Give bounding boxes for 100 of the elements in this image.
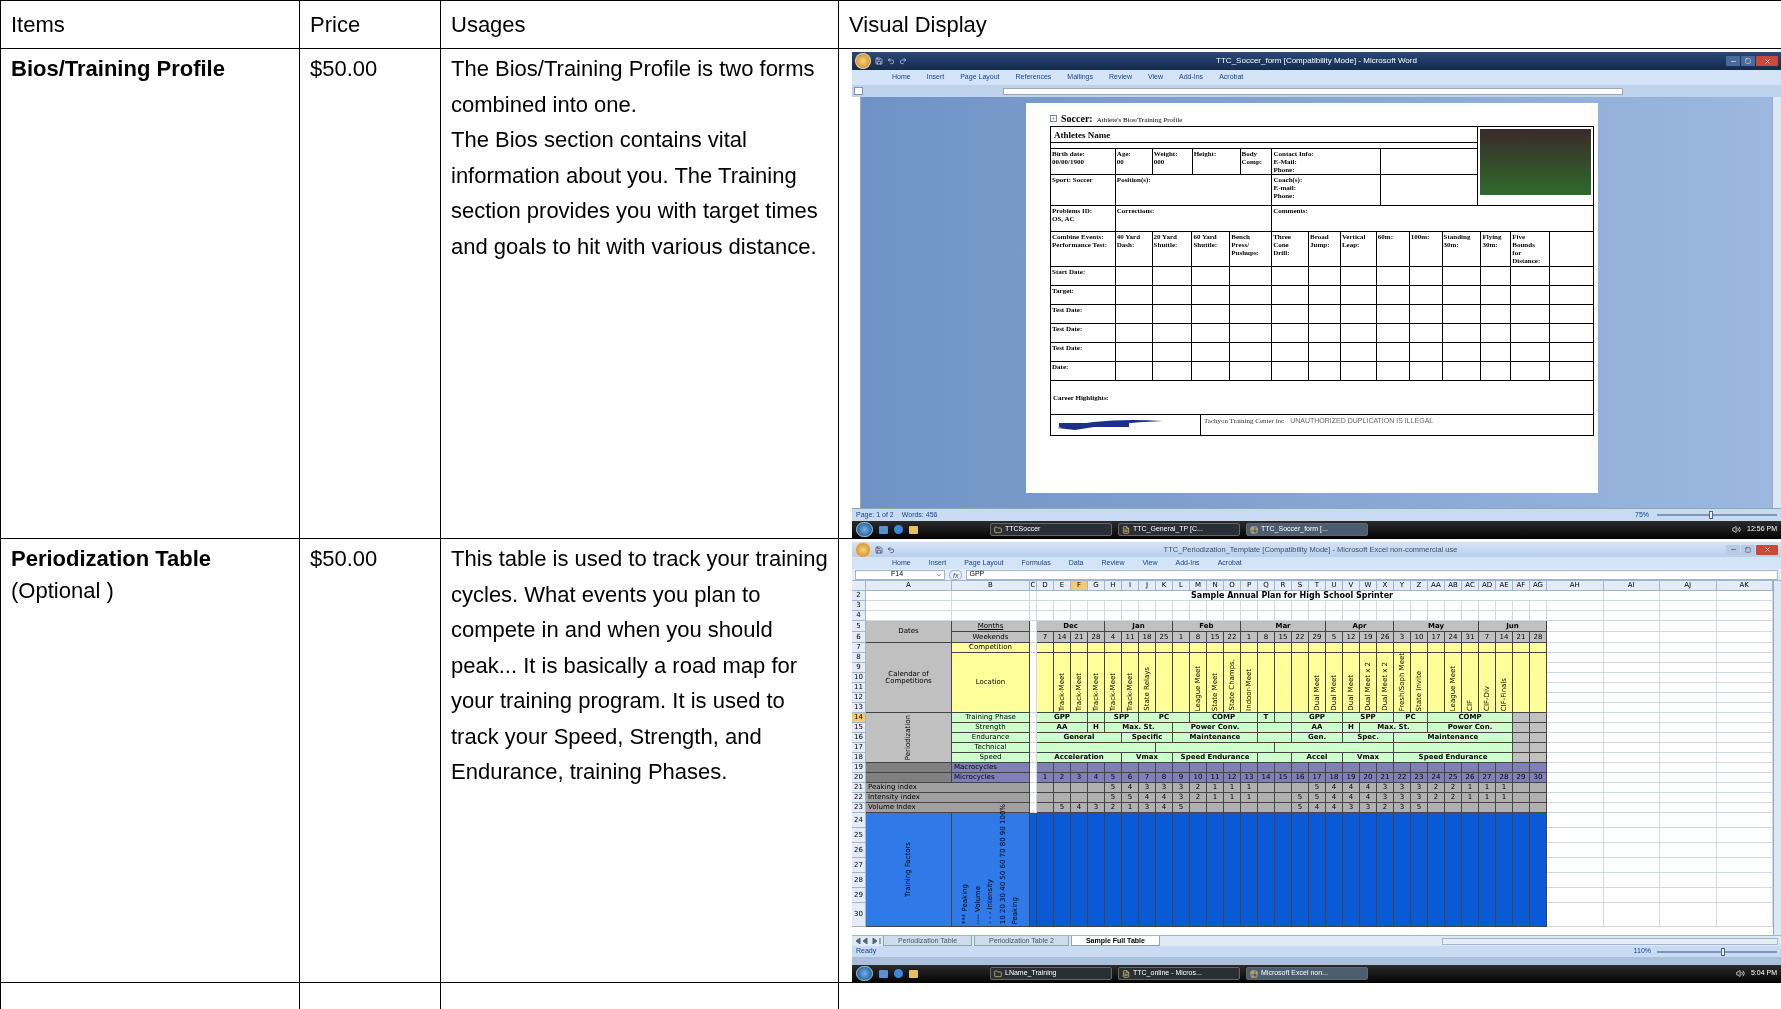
sheet-cell [1394,643,1411,653]
minimize-icon[interactable] [1726,56,1740,66]
sheet-cell [1275,643,1292,653]
sheet-cell [1479,803,1496,813]
sheet-cell [1547,693,1604,703]
sheet-cell [1660,713,1717,723]
sheet-cell [1547,903,1604,927]
minimize-icon[interactable] [1726,544,1740,555]
sheet-cell [1156,653,1173,713]
slider-thumb[interactable] [1709,511,1714,519]
sheet-cell [1547,611,1604,621]
maximize-icon[interactable] [1741,56,1755,66]
start-button[interactable] [856,522,873,537]
close-icon[interactable] [1756,56,1778,66]
speaker-icon[interactable] [1735,969,1745,978]
sheet-cell [1292,601,1309,611]
undo-icon[interactable] [887,57,895,65]
table-handle-icon[interactable] [1050,115,1057,122]
sheet-cell [1037,803,1054,813]
office-button-icon[interactable] [855,53,871,69]
sheet-cell [1105,601,1122,611]
sheet-cell [1530,753,1547,763]
sheet-cell [1071,783,1088,793]
sheet-cell [1547,813,1604,828]
sheet-cell [1411,763,1428,773]
sheet-cell [1547,653,1604,663]
sheet-cell [1603,611,1660,621]
sheet-cell [1660,643,1717,653]
speaker-icon[interactable] [1732,525,1742,534]
sheet-cell [1547,703,1604,713]
sheet-cell [1462,803,1479,813]
sheet-cell [1603,783,1660,793]
sheet-cell [1603,858,1660,873]
maximize-icon[interactable] [1741,544,1755,555]
price-text: $50.00 [310,545,379,573]
sheet-cell [1660,611,1717,621]
document-icon [1122,969,1130,978]
ruler-toggle-icon[interactable] [854,87,863,95]
price-text: $50.00 [310,55,379,83]
sheet-cell [1547,843,1604,858]
close-icon[interactable] [1756,544,1778,555]
sheet-cell [1660,828,1717,843]
sheet-cell [1496,803,1513,813]
sheet-cell [1241,803,1258,813]
sheet-cell [1513,733,1530,743]
sheet-cell [1547,783,1604,793]
scroll-bar[interactable] [1772,97,1781,508]
horizontal-scroll-bar[interactable] [1441,937,1778,945]
sheet-cell [1122,643,1139,653]
sheet-cell [1445,601,1462,611]
sheet-cell [1326,643,1343,653]
sheet-cell [1156,601,1173,611]
sheet-cell [1258,643,1275,653]
undo-icon[interactable] [887,545,895,554]
redo-icon[interactable] [899,57,907,65]
sheet-cell [1156,643,1173,653]
sheet-cell [1530,653,1547,713]
sheet-cell [1603,621,1660,632]
sheet-cell [1513,793,1530,803]
sheet-cell [1173,653,1190,713]
sheet-cell [1603,803,1660,813]
sheet-cell [1190,601,1207,611]
sheet-cell [1603,888,1660,903]
sheet-cell [1660,673,1717,683]
item-name: Bios/Training Profile [11,55,226,83]
sheet-cell [1513,783,1530,793]
sheet-cell [1207,601,1224,611]
sheet-cell [1037,643,1054,653]
sheet-cell [1275,783,1292,793]
horizontal-ruler[interactable] [1003,87,1623,95]
sheet-cell [1037,793,1054,803]
sheet-cell [1122,763,1139,773]
sheet-cell [1660,703,1717,713]
sheet-navigation-icon[interactable] [855,938,881,944]
start-button[interactable] [856,966,873,981]
usage-description: The Bios section contains vital information about you. The Training section provides you with target times and goals to hit with various distance. [451,126,819,261]
column-heading: Price [299,0,441,49]
sheet-cell [1411,601,1428,611]
sheet-cell [1603,873,1660,888]
sheet-cell [1462,601,1479,611]
sheet-cell [1377,601,1394,611]
sheet-cell [1326,763,1343,773]
sheet-cell [1660,753,1717,763]
sheet-cell [1603,753,1660,763]
zoom-slider[interactable] [1657,950,1777,953]
scroll-bar[interactable] [1773,581,1781,935]
column-heading: Visual Display [838,0,1781,49]
sheet-cell [1258,653,1275,713]
sheet-cell [1603,591,1660,601]
sheet-cell [1547,683,1604,693]
sheet-cell [1071,643,1088,653]
sheet-cell [1343,643,1360,653]
folder-icon[interactable] [909,969,918,978]
vertical-ruler[interactable] [852,97,861,508]
folder-icon[interactable] [909,525,918,534]
slider-thumb[interactable] [1720,947,1725,956]
sheet-cell [1428,763,1445,773]
sheet-cell [1292,653,1309,713]
save-icon[interactable] [875,545,883,554]
sheet-cell [1377,643,1394,653]
